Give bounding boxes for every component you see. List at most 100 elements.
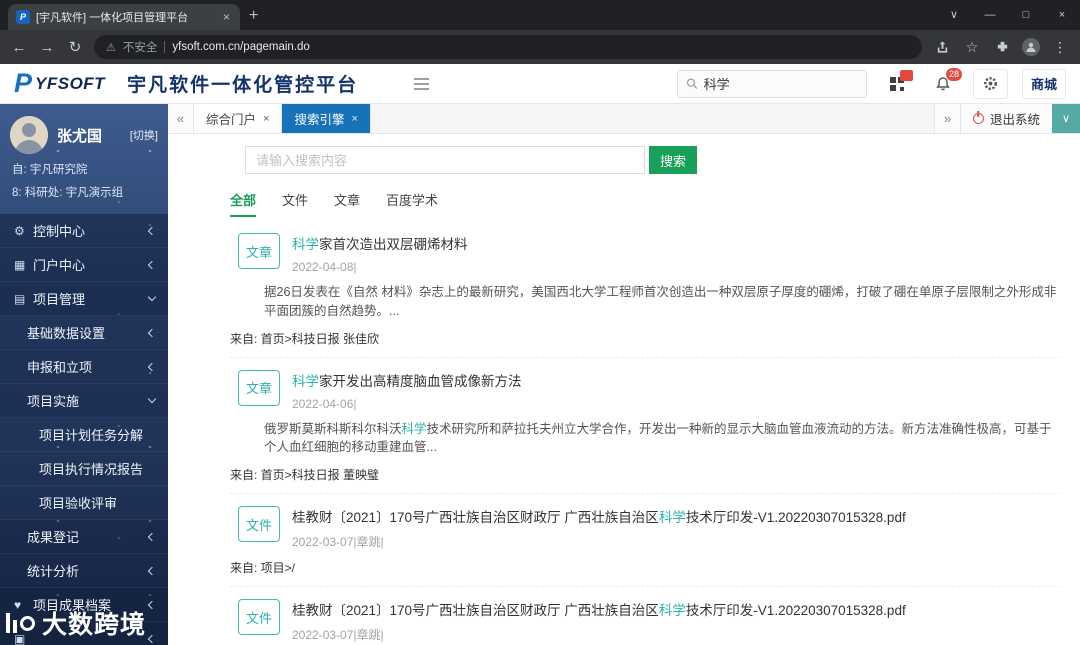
result-text: 桂教财〔2021〕170号广西壮族自治区财政厅 广西壮族自治区 xyxy=(292,603,659,618)
main-area: « 综合门户×搜索引擎× » 退出系统 ∨ 搜索 全部文件文章百度学术 文章科学… xyxy=(168,104,1080,645)
window-controls: ∨ — □ × xyxy=(936,0,1080,30)
tabbar-dropdown-button[interactable]: ∨ xyxy=(1052,104,1080,133)
sidebar-menu-item[interactable]: 基础数据设置 xyxy=(0,316,168,350)
sidebar-menu-item[interactable]: 申报和立项 xyxy=(0,350,168,384)
result-title-link[interactable]: 科学家首次造出双层硼烯材料 xyxy=(292,233,468,253)
new-tab-button[interactable]: + xyxy=(249,7,258,25)
result-main: 桂教财〔2021〕170号广西壮族自治区财政厅 广西壮族自治区科学技术厅印发-V… xyxy=(292,506,906,550)
sidebar-gear-icon: ⚙ xyxy=(14,223,25,238)
browser-profile-avatar[interactable] xyxy=(1022,38,1040,56)
header-search-box[interactable] xyxy=(676,69,867,98)
result-title-link[interactable]: 科学家开发出高精度脑血管成像新方法 xyxy=(292,370,522,390)
url-text: yfsoft.com.cn/pagemain.do xyxy=(172,41,310,53)
sidebar-menu-item[interactable]: ▦ 门户中心 xyxy=(0,248,168,282)
sidebar-grid-icon: ▦ xyxy=(14,257,26,272)
app-body: 张尤国 [切换] 自: 宇凡研究院 8: 科研处: 宇凡演示组 ⚙ 控制中心 ▦ 门户… xyxy=(0,104,1080,645)
message-qr-button[interactable] xyxy=(881,69,913,99)
switch-user-button[interactable]: [切换] xyxy=(130,127,158,143)
result-head: 文件 桂教财〔2021〕170号广西壮族自治区财政厅 广西壮族自治区科学技术厅印发… xyxy=(238,506,1060,550)
result-type-badge: 文章 xyxy=(238,369,280,406)
content-tab-bar: « 综合门户 × 搜索引擎 × » 退出系统 ∨ xyxy=(168,104,1080,134)
sidebar-menu: ⚙ 控制中心 ▦ 门户中心 ▤ 项目管理基础数据设置申报和立项项目实施项目计划任务分解项目… xyxy=(0,214,168,645)
filter-tab[interactable]: 全部 xyxy=(230,190,257,217)
reload-button[interactable]: ↻ xyxy=(66,38,84,56)
notifications-button[interactable]: 28 xyxy=(927,67,962,99)
header-search-input[interactable] xyxy=(703,76,858,91)
content-tab-label: 搜索引擎 xyxy=(294,113,345,127)
share-icon[interactable] xyxy=(932,39,952,56)
address-bar[interactable]: ⚠ 不安全 yfsoft.com.cn/pagemain.do xyxy=(94,35,922,59)
forward-button[interactable]: → xyxy=(38,39,56,56)
search-result-item: 文件 桂教财〔2021〕170号广西壮族自治区财政厅 广西壮族自治区科学技术厅印发… xyxy=(230,587,1060,645)
tabs-scroll-left-button[interactable]: « xyxy=(168,104,194,133)
sidebar-item-label: 控制中心 xyxy=(33,224,86,239)
search-button[interactable]: 搜索 xyxy=(649,146,697,174)
browser-tab[interactable]: P [宇凡软件] 一体化项目管理平台 × xyxy=(8,4,240,30)
search-row: 搜索 xyxy=(245,146,1060,174)
result-type-badge: 文件 xyxy=(238,506,280,542)
filter-tab[interactable]: 百度学术 xyxy=(386,190,438,217)
tab-list-chevron-icon[interactable]: ∨ xyxy=(936,0,972,30)
mall-button[interactable]: 商城 xyxy=(1021,68,1066,99)
sidebar-menu-item[interactable]: 项目验收评审 xyxy=(0,486,168,520)
tab-close-icon[interactable]: × xyxy=(221,10,232,24)
settings-button[interactable] xyxy=(972,68,1008,99)
sidebar-menu-item[interactable]: 项目计划任务分解 xyxy=(0,418,168,452)
gear-icon xyxy=(984,77,997,90)
browser-menu-icon[interactable]: ⋮ xyxy=(1050,39,1070,56)
list-menu-icon[interactable] xyxy=(414,77,430,90)
sidebar-item-label: 项目执行情况报告 xyxy=(39,462,144,477)
sidebar-item-label: 门户中心 xyxy=(33,258,86,273)
sidebar-menu-item[interactable]: 成果登记 xyxy=(0,520,168,554)
tabs-scroll-right-button[interactable]: » xyxy=(933,104,960,133)
search-page: 搜索 全部文件文章百度学术 文章科学家首次造出双层硼烯材料2022-04-08|… xyxy=(168,134,1080,645)
result-text: 技术厅印发-V1.20220307015328.pdf xyxy=(685,603,906,618)
app-title: 宇凡软件一体化管控平台 xyxy=(127,75,359,96)
user-card: 张尤国 [切换] 自: 宇凡研究院 8: 科研处: 宇凡演示组 xyxy=(0,104,168,210)
watermark-text: 大数跨境 xyxy=(42,611,147,639)
exit-system-button[interactable]: 退出系统 xyxy=(959,104,1052,133)
result-type-badge: 文章 xyxy=(238,233,280,269)
sidebar-item-label: 基础数据设置 xyxy=(27,326,106,341)
chevron-left-icon xyxy=(147,634,157,643)
chevron-left-icon xyxy=(147,362,157,371)
browser-tab-title: [宇凡软件] 一体化项目管理平台 xyxy=(36,12,189,24)
result-highlight-text: 科学 xyxy=(658,510,686,525)
result-source: 来自: 首页>科技日报 张佳欣 xyxy=(230,331,380,346)
result-date: 2022-04-08| xyxy=(292,260,357,274)
result-title-link[interactable]: 桂教财〔2021〕170号广西壮族自治区财政厅 广西壮族自治区科学技术厅印发-V… xyxy=(292,599,906,619)
filter-tab[interactable]: 文件 xyxy=(282,190,308,217)
sidebar-menu-item[interactable]: 统计分析 xyxy=(0,554,168,588)
result-text: 桂教财〔2021〕170号广西壮族自治区财政厅 广西壮族自治区 xyxy=(292,510,659,525)
tab-close-icon[interactable]: × xyxy=(263,113,269,125)
result-highlight-text: 科学 xyxy=(292,237,319,252)
sidebar-menu-item[interactable]: 项目实施 xyxy=(0,384,168,418)
chevron-left-icon xyxy=(147,226,157,235)
maximize-button[interactable]: □ xyxy=(1008,0,1044,30)
filter-tab[interactable]: 文章 xyxy=(334,190,360,217)
message-badge xyxy=(899,69,913,81)
search-input[interactable] xyxy=(245,146,645,174)
sidebar-item-label: 项目验收评审 xyxy=(39,496,118,511)
bookmark-star-icon[interactable]: ☆ xyxy=(962,39,982,56)
sidebar-menu-item[interactable]: ▤ 项目管理 xyxy=(0,282,168,316)
sidebar-menu-item[interactable]: ⚙ 控制中心 xyxy=(0,214,168,248)
content-tab[interactable]: 搜索引擎 × xyxy=(282,104,371,133)
close-button[interactable]: × xyxy=(1044,0,1080,30)
sidebar-item-label: 项目实施 xyxy=(27,394,80,409)
content-tab[interactable]: 综合门户 × xyxy=(194,104,283,133)
sidebar-menu-item[interactable]: 项目执行情况报告 xyxy=(0,452,168,486)
result-head: 文件 桂教财〔2021〕170号广西壮族自治区财政厅 广西壮族自治区科学技术厅印发… xyxy=(238,599,1060,643)
extensions-puzzle-icon[interactable] xyxy=(992,39,1012,56)
back-button[interactable]: ← xyxy=(10,39,28,56)
header-actions: 28 商城 xyxy=(676,67,1066,99)
result-snippet: 俄罗斯莫斯科斯科尔科沃科学技术研究所和萨拉托夫州立大学合作，开发出一种新的显示大… xyxy=(264,420,1060,458)
result-highlight-text: 科学 xyxy=(658,603,686,618)
user-avatar[interactable] xyxy=(10,116,48,154)
minimize-button[interactable]: — xyxy=(972,0,1008,30)
result-title-link[interactable]: 桂教财〔2021〕170号广西壮族自治区财政厅 广西壮族自治区科学技术厅印发-V… xyxy=(292,506,906,526)
search-result-item: 文章 科学家首次造出双层硼烯材料 2022-04-08| 据26日发表在《自然 材料》… xyxy=(230,221,1060,358)
sidebar-book-icon: ▤ xyxy=(14,291,26,306)
sidebar: 张尤国 [切换] 自: 宇凡研究院 8: 科研处: 宇凡演示组 ⚙ 控制中心 ▦ 门户… xyxy=(0,104,168,645)
tab-close-icon[interactable]: × xyxy=(351,113,357,125)
